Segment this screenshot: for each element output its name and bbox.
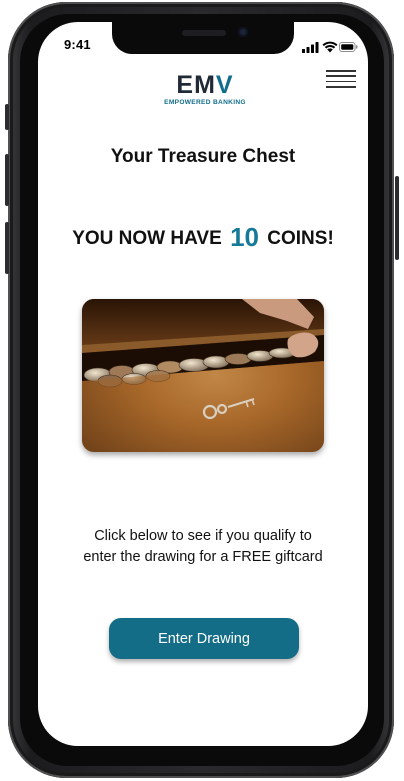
side-button-power bbox=[395, 176, 399, 260]
logo-letters: EM bbox=[176, 71, 216, 99]
logo-accent-letter: V bbox=[215, 71, 234, 99]
side-button-volume-down bbox=[5, 222, 9, 274]
side-button-silent bbox=[5, 104, 9, 130]
app-mockup: 9:41 EMV EMPOWERED BANKING Your Treasure… bbox=[0, 0, 404, 781]
instructions-line-2: enter the drawing for a FREE giftcard bbox=[83, 549, 323, 565]
hamburger-menu-icon[interactable] bbox=[326, 68, 356, 90]
logo-mark: EMV bbox=[160, 72, 250, 98]
coins-message: YOU NOW HAVE 10 COINS! bbox=[38, 222, 368, 253]
coins-suffix: COINS! bbox=[267, 228, 334, 249]
status-icons bbox=[302, 40, 358, 53]
coins-count: 10 bbox=[230, 222, 259, 252]
instructions-line-1: Click below to see if you qualify to bbox=[94, 528, 312, 544]
wifi-icon bbox=[322, 41, 338, 53]
enter-drawing-button[interactable]: Enter Drawing bbox=[109, 618, 299, 659]
front-camera bbox=[238, 27, 248, 37]
treasure-chest-image bbox=[82, 299, 324, 452]
speaker-grille bbox=[182, 30, 226, 36]
status-time: 9:41 bbox=[64, 37, 91, 52]
side-button-volume-up bbox=[5, 154, 9, 206]
coins-prefix: YOU NOW HAVE bbox=[72, 228, 222, 249]
cellular-signal-icon bbox=[302, 42, 319, 53]
instructions-text: Click below to see if you qualify to ent… bbox=[48, 526, 358, 568]
phone-notch bbox=[112, 22, 294, 54]
page-title: Your Treasure Chest bbox=[110, 146, 296, 167]
battery-icon bbox=[339, 42, 358, 52]
logo-tagline: EMPOWERED BANKING bbox=[164, 99, 246, 106]
emv-logo[interactable]: EMV EMPOWERED BANKING bbox=[160, 72, 250, 108]
